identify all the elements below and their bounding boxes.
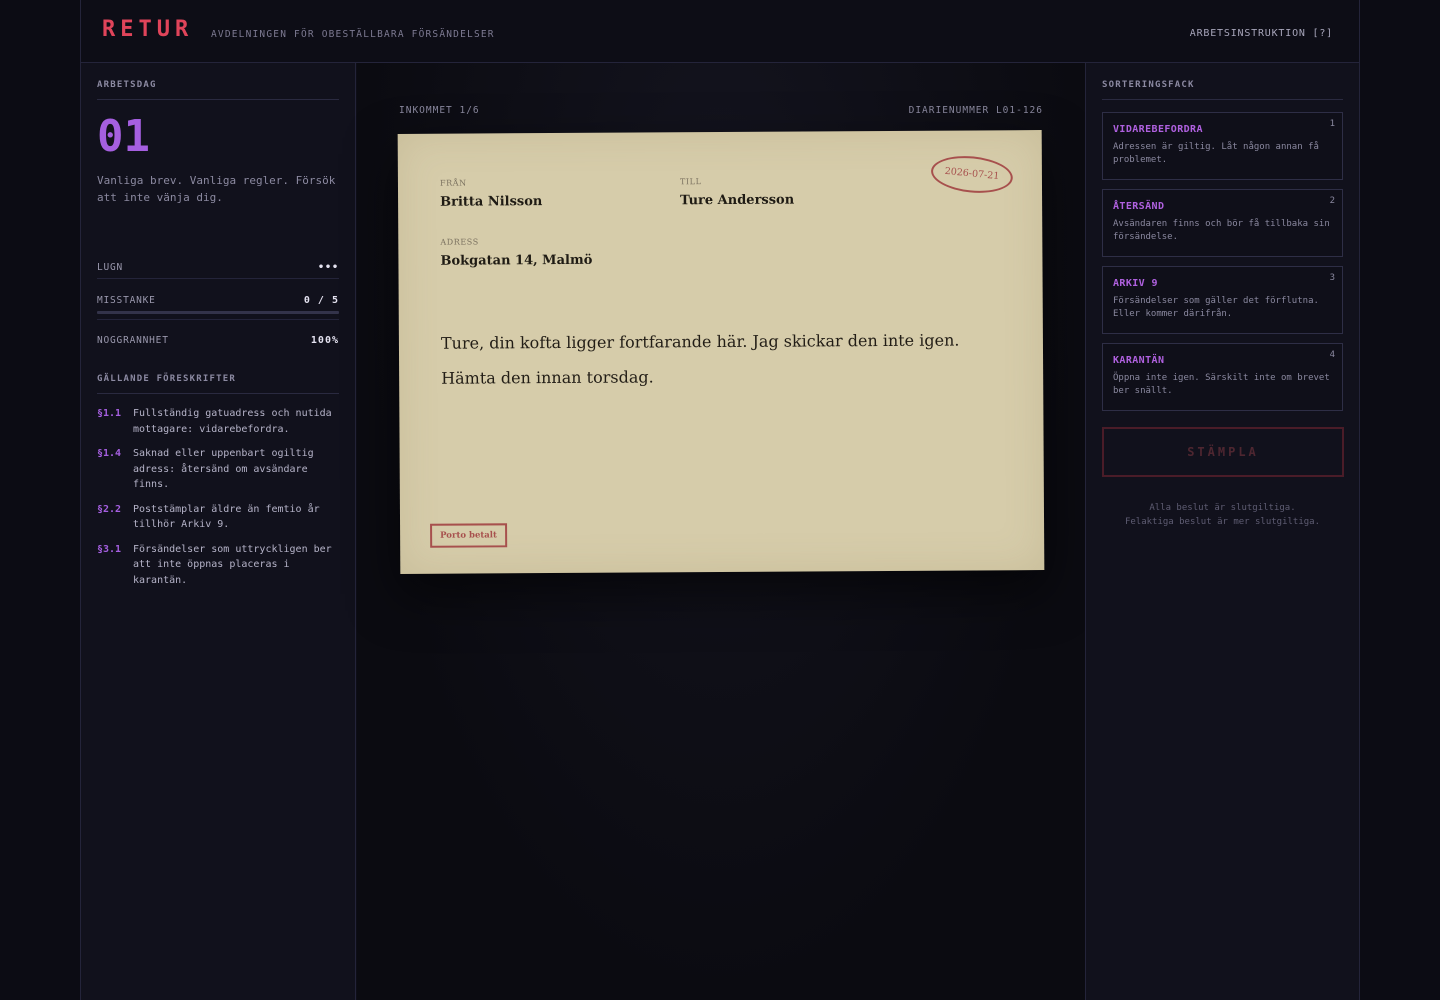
rule-code: §1.4 [97, 448, 122, 459]
bin-title: ÅTERSÄND [1113, 201, 1165, 212]
stat-calm: LUGN ••• [97, 262, 339, 273]
calm-value: ••• [317, 262, 339, 273]
postmark-stamp: 2026-07-21 [929, 152, 1015, 197]
rule-code: §3.1 [97, 543, 122, 555]
to-label: TILL [679, 177, 702, 187]
bin-title: KARANTÄN [1113, 355, 1165, 366]
stamp-button[interactable]: STÄMPLA [1102, 427, 1344, 477]
rule-item: §3.1 Försändelser som uttryckligen ber a… [97, 542, 339, 589]
suspicion-value: 0 / 5 [303, 295, 339, 306]
bin-shortcut: 2 [1329, 196, 1335, 206]
bin-archive-9[interactable]: ARKIV 9 Försändelser som gäller det förf… [1102, 266, 1343, 334]
bin-shortcut: 4 [1329, 350, 1335, 360]
bin-description: Adressen är giltig. Låt någon annan få p… [1113, 142, 1319, 165]
rule-item: §1.4 Saknad eller uppenbart ogiltig adre… [97, 446, 339, 493]
bin-return[interactable]: ÅTERSÄND Avsändaren finns och bör få til… [1102, 189, 1343, 257]
stat-accuracy: NOGGRANNHET 100% [97, 335, 339, 346]
address-value: Bokgatan 14, Malmö [440, 252, 593, 269]
rule-code: §2.2 [97, 503, 122, 515]
department-subtitle: AVDELNINGEN FÖR OBESTÄLLBARA FÖRSÄNDELSE… [211, 29, 495, 40]
letter-card[interactable]: FRÅN Britta Nilsson TILL Ture Andersson … [397, 130, 1045, 574]
address-label: ADRESS [440, 237, 479, 247]
bin-shortcut: 3 [1329, 273, 1335, 283]
footnote-line: Felaktiga beslut är mer slutgiltiga. [1124, 517, 1321, 527]
rules-heading: GÄLLANDE FÖRESKRIFTER [97, 374, 339, 394]
day-description: Vanliga brev. Vanliga regler. Försök att… [97, 174, 336, 204]
bin-description: Öppna inte igen. Särskilt inte om brevet… [1113, 373, 1330, 396]
bin-forward[interactable]: VIDAREBEFORDRA Adressen är giltig. Låt n… [1102, 112, 1343, 180]
logo: RETUR [102, 17, 194, 42]
rule-code: §1.1 [97, 408, 122, 419]
rule-text: Fullständig gatuadress och nutida mottag… [133, 408, 332, 435]
bin-title: VIDAREBEFORDRA [1113, 124, 1203, 135]
accuracy-label: NOGGRANNHET [97, 335, 169, 346]
from-value: Britta Nilsson [440, 194, 543, 210]
rule-text: Försändelser som uttryckligen ber att in… [133, 543, 332, 586]
day-heading: ARBETSDAG [97, 80, 339, 100]
rule-text: Poststämplar äldre än femtio år tillhör … [133, 503, 320, 531]
rule-item: §1.1 Fullständig gatuadress och nutida m… [97, 406, 339, 437]
footnote-line: Alla beslut är slutgiltiga. [1149, 503, 1296, 513]
right-panel: SORTERINGSFACK VIDAREBEFORDRA Adressen ä… [1085, 63, 1359, 1000]
to-value: Ture Andersson [680, 192, 795, 209]
rule-item: §2.2 Poststämplar äldre än femtio år til… [97, 502, 339, 533]
bin-description: Försändelser som gäller det förflutna. E… [1113, 296, 1319, 319]
stat-suspicion: MISSTANKE 0 / 5 [97, 295, 339, 306]
app-window: RETUR AVDELNINGEN FÖR OBESTÄLLBARA FÖRSÄ… [80, 0, 1360, 1000]
bin-quarantine[interactable]: KARANTÄN Öppna inte igen. Särskilt inte … [1102, 343, 1343, 411]
from-label: FRÅN [439, 178, 467, 188]
footnote: Alla beslut är slutgiltiga. Felaktiga be… [1102, 501, 1343, 529]
calm-label: LUGN [97, 262, 124, 273]
accuracy-value: 100% [310, 335, 339, 346]
bin-title: ARKIV 9 [1113, 278, 1158, 289]
rules-list: §1.1 Fullständig gatuadress och nutida m… [97, 406, 339, 588]
letter-body: Ture, din kofta ligger fortfarande här. … [440, 330, 960, 388]
rule-text: Saknad eller uppenbart ogiltig adress: å… [133, 448, 314, 490]
bin-shortcut: 1 [1329, 119, 1335, 129]
work-area: INKOMMET 1/6 DIARIENUMMER L01-126 FRÅN B… [357, 63, 1085, 1000]
bin-description: Avsändaren finns och bör få tillbaka sin… [1113, 219, 1330, 242]
incoming-counter: INKOMMET 1/6 [399, 105, 480, 116]
postage-paid-stamp: Porto betalt [430, 523, 508, 548]
bins-heading: SORTERINGSFACK [1102, 80, 1343, 100]
day-number: 01 [97, 111, 150, 162]
work-instruction-button[interactable]: ARBETSINSTRUKTION [?] [1190, 28, 1333, 39]
suspicion-label: MISSTANKE [97, 295, 156, 306]
top-bar: RETUR AVDELNINGEN FÖR OBESTÄLLBARA FÖRSÄ… [81, 0, 1359, 63]
diary-number: DIARIENUMMER L01-126 [908, 105, 1043, 116]
left-panel: ARBETSDAG 01 Vanliga brev. Vanliga regle… [81, 63, 356, 1000]
